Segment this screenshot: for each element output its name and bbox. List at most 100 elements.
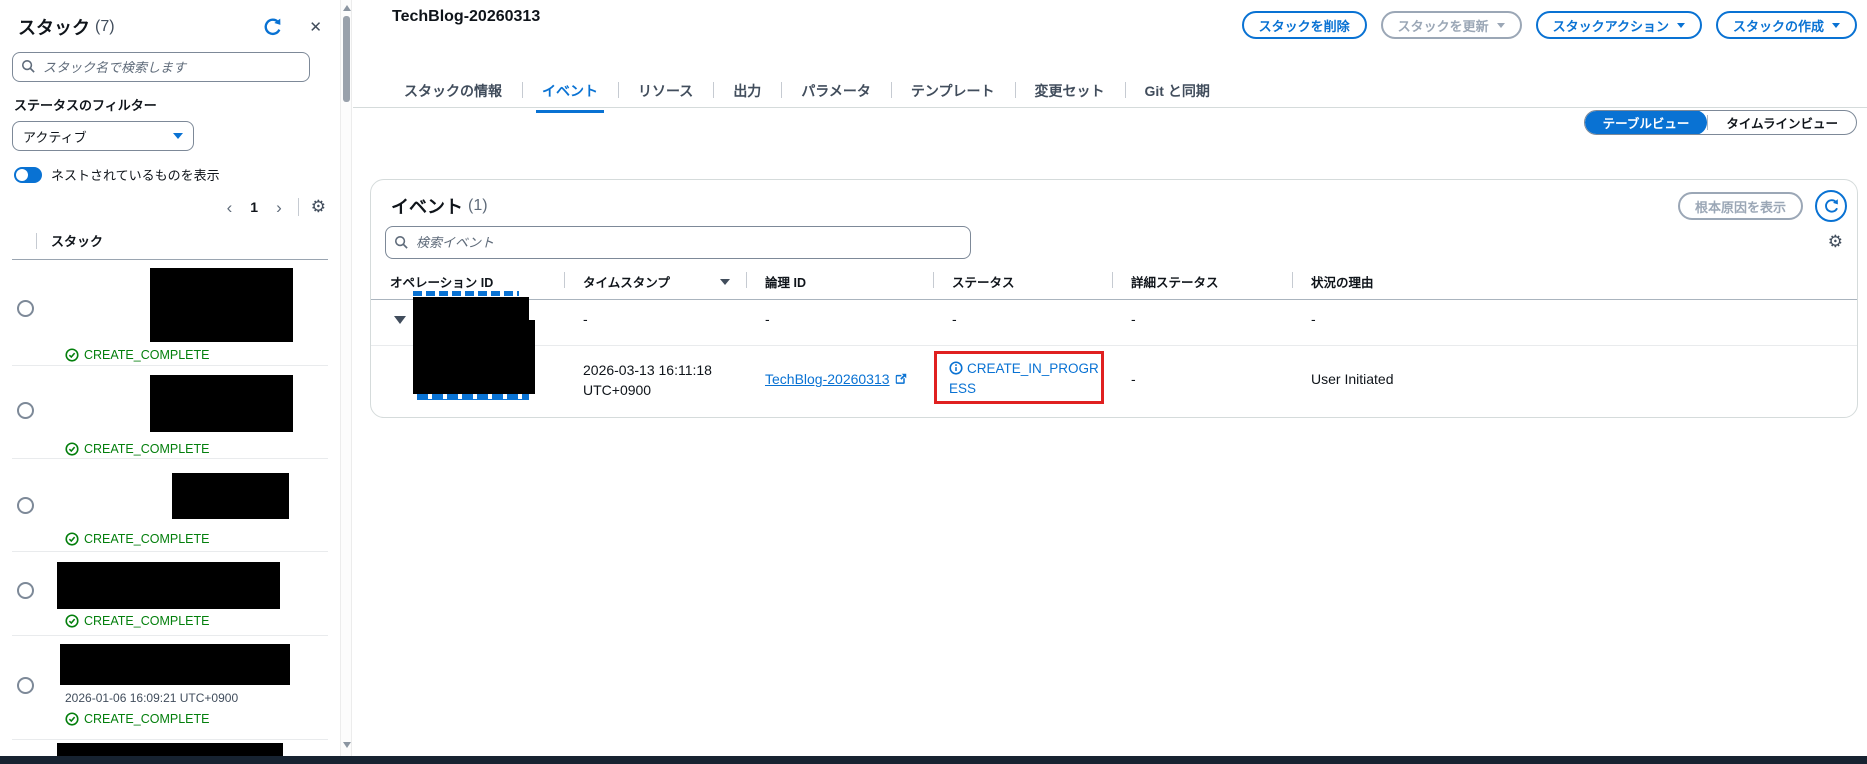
table-preferences-button[interactable] xyxy=(1828,232,1843,252)
scrollbar-thumb[interactable] xyxy=(343,16,350,102)
status-link[interactable]: CREATE_IN_PROGRESS xyxy=(949,361,1099,396)
sidebar-scrollbar[interactable] xyxy=(340,0,352,756)
sort-descending-icon[interactable] xyxy=(720,278,730,285)
redacted-link-fragment xyxy=(417,394,529,400)
timeline-view-option[interactable]: タイムラインビュー xyxy=(1708,111,1856,134)
stack-timestamp: 2026-01-06 16:09:21 UTC+0900 xyxy=(65,691,239,705)
stack-actions-button[interactable]: スタックアクション xyxy=(1535,11,1702,39)
events-count: (1) xyxy=(468,197,488,214)
show-root-cause-label: 根本原因を表示 xyxy=(1694,199,1786,215)
update-stack-button[interactable]: スタックを更新 xyxy=(1380,11,1522,39)
current-page: 1 xyxy=(250,199,259,215)
page-title: TechBlog-20260313 xyxy=(392,8,541,25)
event-search xyxy=(385,226,971,259)
status-reason-cell: - xyxy=(1311,311,1316,327)
delete-stack-button[interactable]: スタックを削除 xyxy=(1241,11,1367,39)
chevron-down-icon xyxy=(1676,22,1685,28)
status-text: CREATE_IN_PROGRESS xyxy=(949,361,1099,397)
redacted-stack-name xyxy=(57,562,280,609)
timestamp-cell: 2026-03-13 16:11:18 UTC+0900 xyxy=(564,346,746,411)
chevron-down-icon xyxy=(1496,22,1505,28)
stack-status: CREATE_COMPLETE xyxy=(65,614,210,628)
status-cell: - xyxy=(952,311,957,327)
prev-page-button[interactable]: ‹ xyxy=(223,199,237,216)
stack-status: CREATE_COMPLETE xyxy=(65,442,210,456)
column-timestamp-label: タイムスタンプ xyxy=(583,276,670,290)
timestamp-cell: - xyxy=(583,311,588,327)
info-icon xyxy=(949,361,963,375)
stack-status: CREATE_COMPLETE xyxy=(65,532,210,546)
stack-list-item[interactable]: CREATE_COMPLETE xyxy=(12,260,328,366)
stack-radio[interactable] xyxy=(17,677,34,694)
pagination: ‹ 1 › xyxy=(12,197,326,217)
stack-search xyxy=(12,52,310,82)
refresh-events-button[interactable] xyxy=(1815,190,1847,222)
stack-actions-label: スタックアクション xyxy=(1552,18,1669,34)
logical-id-link[interactable]: TechBlog-20260313 xyxy=(765,371,907,387)
stack-list: CREATE_COMPLETE CREATE_COMPLETE CREATE_C… xyxy=(12,260,328,764)
tabs-divider xyxy=(353,107,1867,108)
scroll-down-arrow-icon[interactable] xyxy=(343,742,351,748)
show-root-cause-button[interactable]: 根本原因を表示 xyxy=(1677,192,1803,220)
cloudformation-console: スタック (7) ステータスのフィルター アクティブ xyxy=(0,0,1867,764)
stack-status-text: CREATE_COMPLETE xyxy=(84,614,210,628)
logical-id-text: TechBlog-20260313 xyxy=(765,371,890,387)
window-bottom-bar xyxy=(0,756,1867,764)
redacted-operation-id xyxy=(413,320,535,394)
stack-count: (7) xyxy=(95,18,115,35)
redacted-stack-name xyxy=(172,473,289,519)
stack-status-text: CREATE_COMPLETE xyxy=(84,712,210,726)
redacted-link-fragment xyxy=(413,291,519,296)
stack-search-input[interactable] xyxy=(12,52,310,82)
stack-list-item[interactable]: CREATE_COMPLETE xyxy=(12,366,328,459)
stack-radio[interactable] xyxy=(17,300,34,317)
create-stack-button[interactable]: スタックの作成 xyxy=(1715,11,1857,39)
redacted-stack-name xyxy=(60,644,290,685)
close-sidebar-button[interactable] xyxy=(309,18,322,36)
events-table-header: オペレーション ID タイムスタンプ 論理 ID ステータス 詳細ステータス 状… xyxy=(371,272,1857,300)
collapse-group-icon[interactable] xyxy=(394,316,406,324)
event-search-input[interactable] xyxy=(385,226,971,259)
success-check-icon xyxy=(65,442,79,456)
create-stack-label: スタックの作成 xyxy=(1732,18,1824,34)
refresh-icon xyxy=(1823,198,1840,215)
success-check-icon xyxy=(65,532,79,546)
refresh-stacks-button[interactable] xyxy=(262,17,283,38)
column-operation-id: オペレーション ID xyxy=(390,276,494,290)
event-timestamp: 2026-03-13 16:11:18 UTC+0900 xyxy=(583,362,712,399)
main-content: TechBlog-20260313 スタックを削除 スタックを更新 スタックアク… xyxy=(353,0,1867,756)
chevron-down-icon xyxy=(1832,22,1840,28)
next-page-button[interactable]: › xyxy=(272,199,286,216)
sidebar-header: スタック (7) xyxy=(18,14,322,40)
show-nested-label: ネストされているものを表示 xyxy=(51,168,220,183)
status-filter-label: ステータスのフィルター xyxy=(14,98,157,113)
stack-status: CREATE_COMPLETE xyxy=(65,712,210,726)
column-timestamp[interactable]: タイムスタンプ xyxy=(564,272,746,291)
stack-radio[interactable] xyxy=(17,582,34,599)
stack-radio[interactable] xyxy=(17,497,34,514)
status-reason-cell: User Initiated xyxy=(1311,371,1394,387)
table-view-option[interactable]: テーブルビュー xyxy=(1584,111,1708,134)
success-check-icon xyxy=(65,348,79,362)
toggle-knob xyxy=(16,168,28,181)
stack-radio[interactable] xyxy=(17,402,34,419)
sidebar-settings-button[interactable] xyxy=(311,197,326,217)
status-filter-select[interactable]: アクティブ xyxy=(12,121,194,151)
delete-stack-label: スタックを削除 xyxy=(1258,18,1350,34)
show-nested-toggle[interactable] xyxy=(14,166,42,183)
view-toggle: テーブルビュー タイムラインビュー xyxy=(1583,110,1857,135)
scroll-up-arrow-icon[interactable] xyxy=(343,5,351,11)
stacks-sidebar: スタック (7) ステータスのフィルター アクティブ xyxy=(0,0,340,764)
stack-list-item[interactable]: CREATE_COMPLETE xyxy=(12,459,328,552)
stack-column-label: スタック xyxy=(51,234,104,249)
events-panel: イベント (1) 根本原因を表示 検索イベント ⚙ オペレーション ID タイム… xyxy=(370,179,1858,418)
stack-status-text: CREATE_COMPLETE xyxy=(84,348,210,362)
redacted-stack-name xyxy=(150,268,293,342)
status-cell: CREATE_IN_PROGRESS xyxy=(933,346,1112,411)
stack-status-text: CREATE_COMPLETE xyxy=(84,442,210,456)
detail-status-cell: - xyxy=(1131,311,1136,327)
detail-status-cell: - xyxy=(1131,371,1136,387)
column-logical-id: 論理 ID xyxy=(746,272,933,291)
stack-list-item[interactable]: CREATE_COMPLETE xyxy=(12,552,328,636)
stack-list-item[interactable]: 2026-01-06 16:09:21 UTC+0900 CREATE_COMP… xyxy=(12,636,328,740)
